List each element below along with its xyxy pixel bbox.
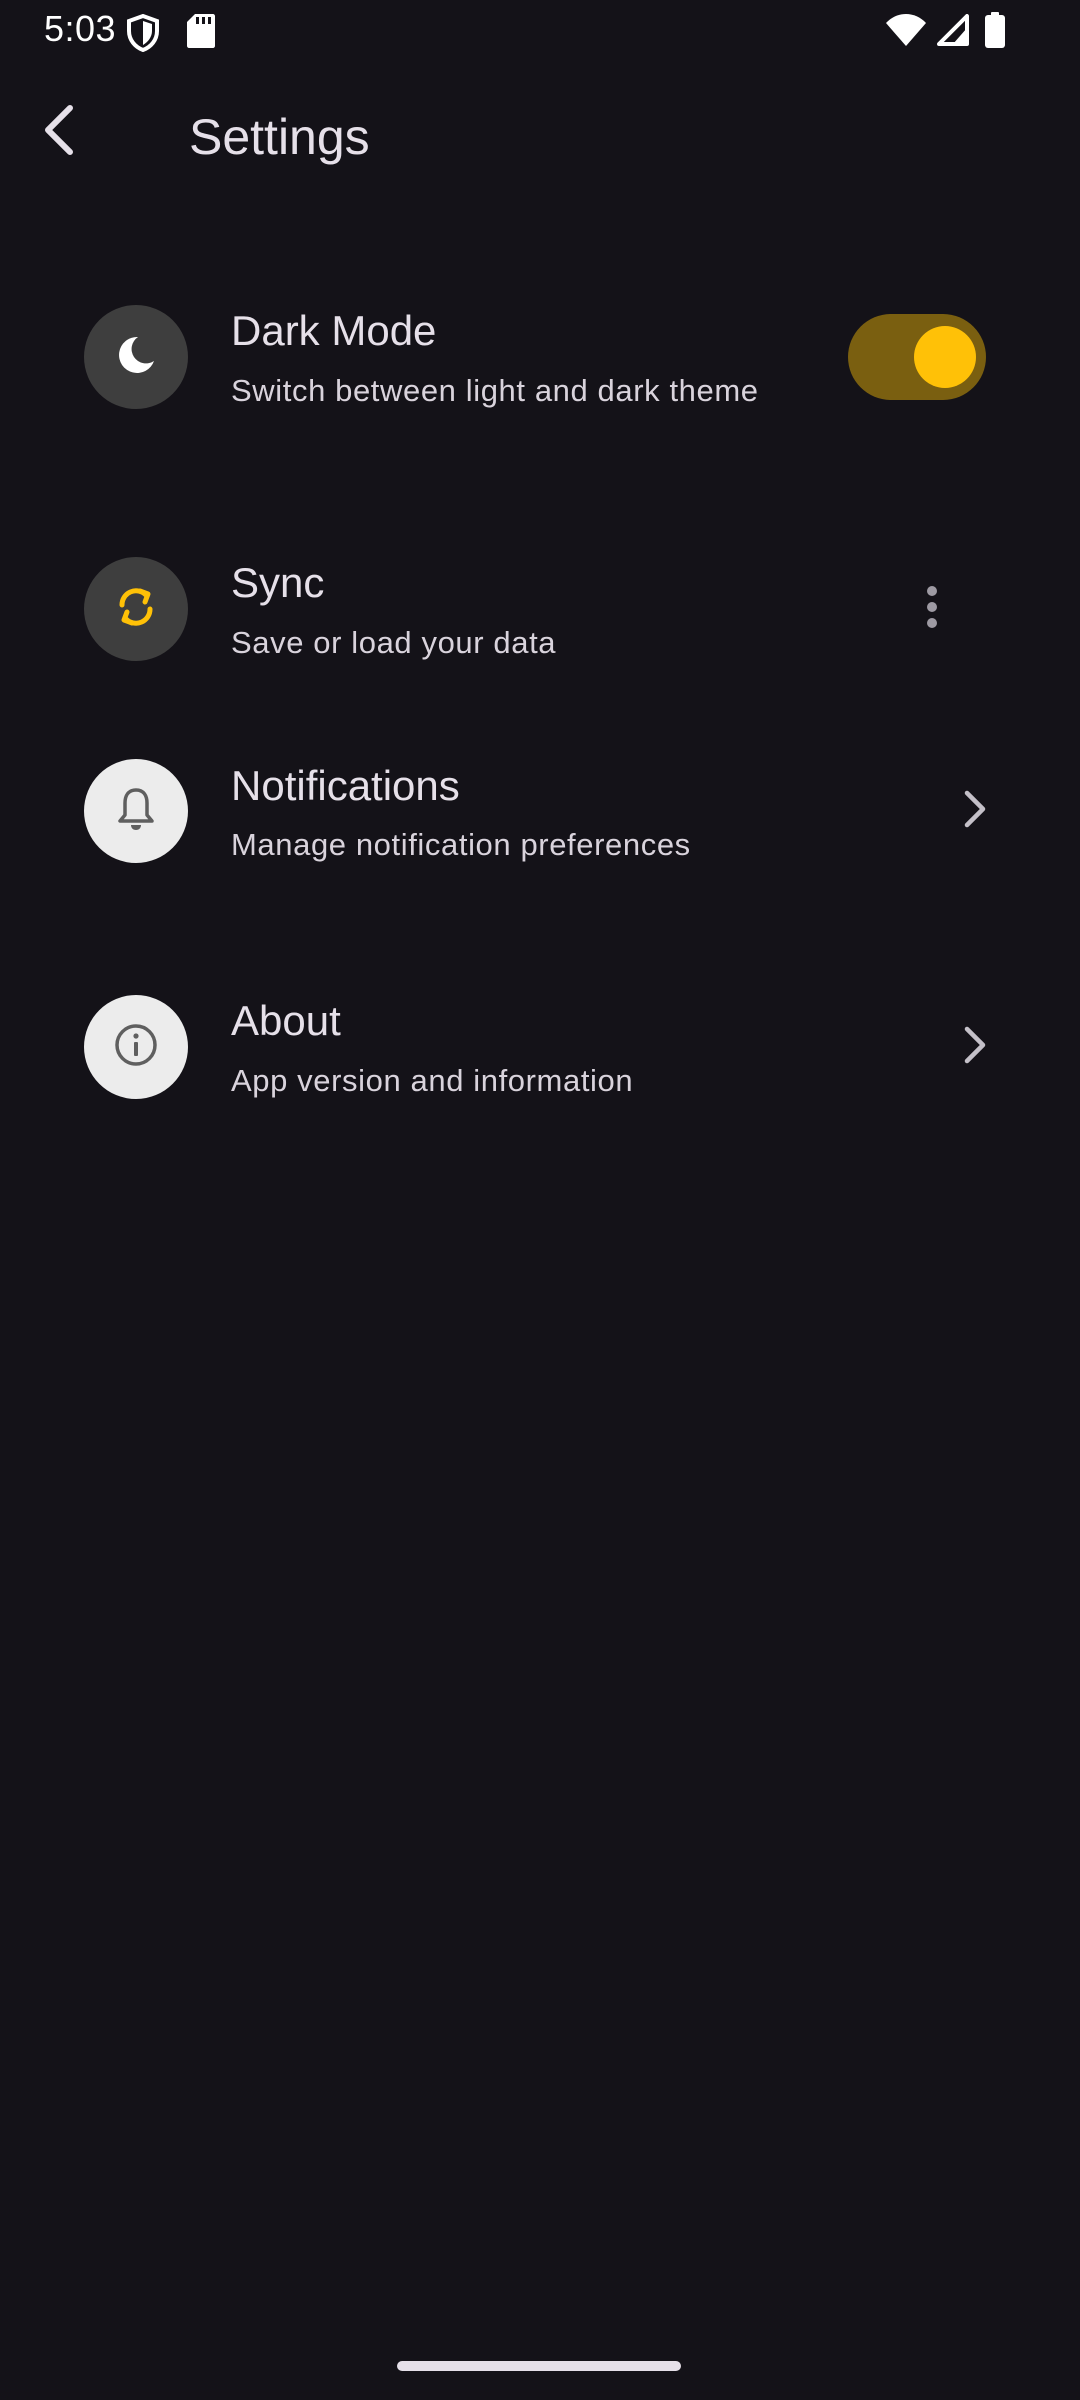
setting-title: Sync [231, 559, 325, 606]
about-icon-container [84, 995, 188, 1099]
sync-icon [112, 583, 160, 636]
wifi-icon [886, 14, 926, 51]
setting-title: Dark Mode [231, 307, 437, 354]
dark-mode-toggle[interactable] [848, 314, 986, 400]
dark-mode-icon-container [84, 305, 188, 409]
arrow-back-icon [40, 104, 80, 161]
page-title: Settings [189, 109, 370, 165]
toggle-thumb [914, 326, 976, 388]
more-options-button[interactable] [902, 569, 962, 649]
bell-icon [117, 787, 155, 836]
battery-icon [985, 12, 1005, 53]
info-icon [114, 1023, 158, 1072]
setting-title: Notifications [231, 762, 460, 809]
setting-subtitle: Manage notification preferences [231, 827, 691, 862]
setting-subtitle: Save or load your data [231, 625, 557, 660]
cellular-signal-icon [937, 14, 969, 51]
more-vert-icon [926, 585, 938, 634]
setting-subtitle: Switch between light and dark theme [231, 373, 759, 408]
sync-icon-container [84, 557, 188, 661]
setting-subtitle: App version and information [231, 1063, 634, 1098]
setting-item-dark-mode[interactable]: Dark Mode Switch between light and dark … [0, 257, 1080, 457]
about-chevron [950, 1022, 1000, 1072]
status-bar: 5:03 [0, 0, 1080, 64]
chevron-right-icon [963, 1025, 987, 1070]
back-button[interactable] [24, 96, 96, 168]
notifications-icon-container [84, 759, 188, 863]
sd-card-icon [187, 14, 215, 53]
setting-title: About [231, 997, 341, 1044]
moon-icon [114, 333, 158, 382]
setting-item-notifications[interactable]: Notifications Manage notification prefer… [0, 710, 1080, 910]
status-time: 5:03 [44, 8, 117, 49]
setting-item-about[interactable]: About App version and information [0, 947, 1080, 1147]
chevron-right-icon [963, 789, 987, 834]
shield-icon [126, 13, 160, 57]
notifications-chevron [950, 786, 1000, 836]
app-bar: Settings [0, 64, 1080, 208]
home-indicator[interactable] [397, 2361, 681, 2371]
setting-item-sync[interactable]: Sync Save or load your data [0, 509, 1080, 709]
